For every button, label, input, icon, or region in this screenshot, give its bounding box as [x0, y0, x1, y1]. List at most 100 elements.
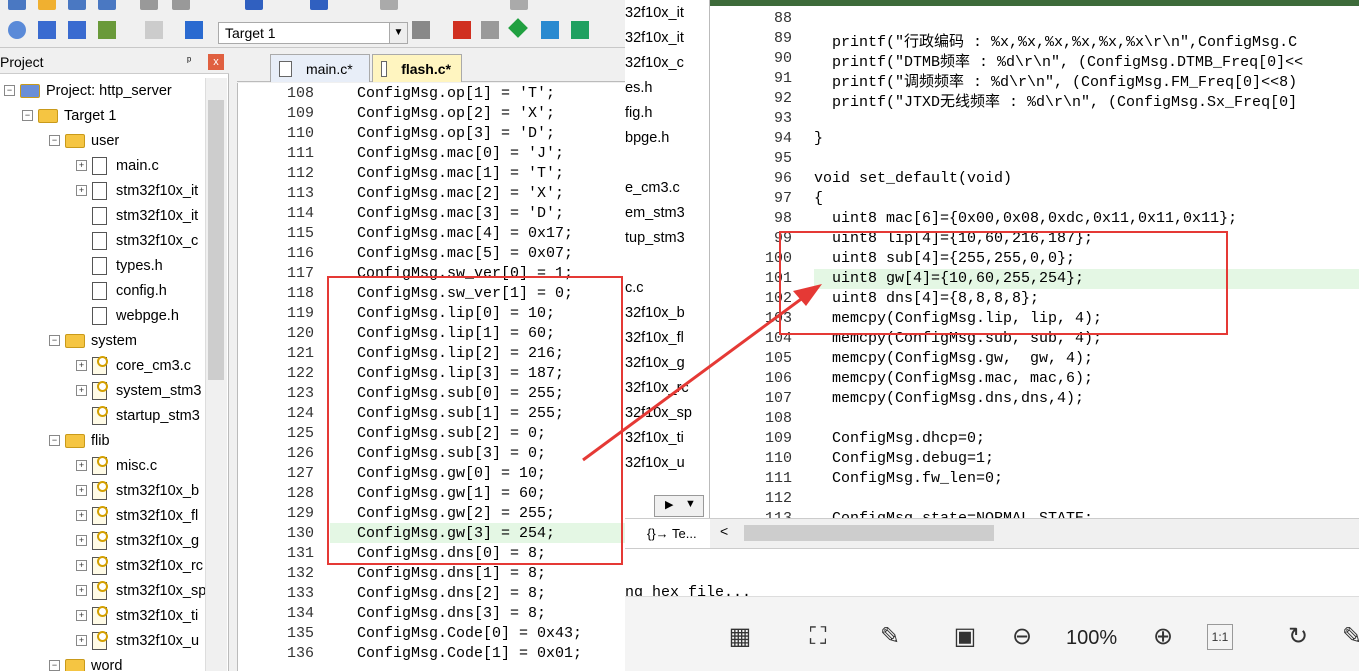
batch-build-icon[interactable]: [98, 21, 116, 39]
chevron-down-icon[interactable]: ▼: [389, 23, 407, 43]
tree-item[interactable]: − flib: [49, 428, 110, 453]
manage-components-icon[interactable]: [453, 21, 471, 39]
collapse-icon[interactable]: −: [49, 660, 60, 671]
expand-icon[interactable]: +: [76, 560, 87, 571]
tree-item[interactable]: stm32f10x_it: [76, 203, 198, 228]
scroll-left-icon[interactable]: <: [720, 523, 728, 539]
save-all-icon[interactable]: [98, 0, 116, 10]
tree-item[interactable]: + stm32f10x_it: [76, 178, 198, 203]
tree-item[interactable]: − word: [49, 653, 122, 671]
indent-icon[interactable]: [510, 0, 528, 10]
tree-item[interactable]: + stm32f10x_b: [76, 478, 199, 503]
tab-main-c[interactable]: main.c*: [270, 54, 370, 82]
tab-flash-c[interactable]: flash.c*: [372, 54, 462, 82]
collapse-icon[interactable]: −: [49, 135, 60, 146]
file-list-item[interactable]: 32f10x_sp: [625, 405, 692, 421]
runtime-env-icon[interactable]: [541, 21, 559, 39]
translate-icon[interactable]: [8, 21, 26, 39]
tree-item[interactable]: − Project: http_server: [4, 78, 172, 103]
expand-icon[interactable]: +: [76, 460, 87, 471]
tree-item[interactable]: + misc.c: [76, 453, 157, 478]
tree-item[interactable]: − user: [49, 128, 119, 153]
layout-icon[interactable]: ▦: [725, 622, 755, 652]
file-list-item[interactable]: 32f10x_ti: [625, 430, 684, 446]
expand-icon[interactable]: +: [76, 610, 87, 621]
build-icon[interactable]: [38, 21, 56, 39]
horizontal-scrollbar[interactable]: <: [710, 518, 1359, 548]
target-options-icon[interactable]: [412, 21, 430, 39]
select-packs-icon[interactable]: [481, 21, 499, 39]
zoom-out-icon[interactable]: ⊖: [1007, 622, 1037, 652]
open-folder-icon[interactable]: [38, 0, 56, 10]
bookmark-icon[interactable]: [380, 0, 398, 10]
file-list-item[interactable]: c.c: [625, 280, 644, 296]
save-icon[interactable]: [68, 0, 86, 10]
expand-icon[interactable]: +: [76, 160, 87, 171]
tree-item[interactable]: webpge.h: [76, 303, 179, 328]
file-list-item[interactable]: 32f10x_it: [625, 30, 684, 46]
file-list-item[interactable]: es.h: [625, 80, 652, 96]
tree-item[interactable]: + main.c: [76, 153, 159, 178]
target-select[interactable]: Target 1 ▼: [218, 22, 408, 44]
expand-icon[interactable]: +: [76, 385, 87, 396]
tree-item[interactable]: + stm32f10x_fl: [76, 503, 198, 528]
expand-icon[interactable]: +: [76, 635, 87, 646]
collapse-icon[interactable]: −: [22, 110, 33, 121]
tree-item[interactable]: + stm32f10x_ti: [76, 603, 198, 628]
tree-item[interactable]: − Target 1: [22, 103, 116, 128]
cut-icon[interactable]: [140, 0, 158, 10]
file-list-item[interactable]: tup_stm3: [625, 230, 685, 246]
load-icon[interactable]: [185, 21, 203, 39]
scroll-down-icon[interactable]: ▼: [685, 498, 696, 510]
stop-build-icon[interactable]: [145, 21, 163, 39]
undo-icon[interactable]: [245, 0, 263, 10]
file-list-scroll-buttons[interactable]: ▶ ▼: [654, 495, 704, 517]
expand-icon[interactable]: +: [76, 485, 87, 496]
expand-icon[interactable]: +: [76, 510, 87, 521]
tree-item[interactable]: config.h: [76, 278, 167, 303]
file-list-item[interactable]: 32f10x_u: [625, 455, 685, 471]
software-packs-icon[interactable]: [571, 21, 589, 39]
rebuild-icon[interactable]: [68, 21, 86, 39]
file-list-item[interactable]: 32f10x_fl: [625, 330, 684, 346]
collapse-icon[interactable]: −: [49, 435, 60, 446]
redo-icon[interactable]: [310, 0, 328, 10]
zoom-in-icon[interactable]: ⊕: [1148, 622, 1178, 652]
file-list-item[interactable]: em_stm3: [625, 205, 685, 221]
tree-item[interactable]: + core_cm3.c: [76, 353, 191, 378]
expand-icon[interactable]: +: [76, 585, 87, 596]
edit-icon[interactable]: ✎: [1337, 622, 1359, 652]
expand-icon[interactable]: +: [76, 535, 87, 546]
pin-icon[interactable]: ᵖ: [187, 55, 191, 67]
tree-item[interactable]: + stm32f10x_u: [76, 628, 199, 653]
new-file-icon[interactable]: [8, 0, 26, 10]
tree-item[interactable]: + stm32f10x_g: [76, 528, 199, 553]
file-list-item[interactable]: 32f10x_g: [625, 355, 685, 371]
tree-item[interactable]: + stm32f10x_rc: [76, 553, 203, 578]
actual-size-icon[interactable]: 1:1: [1207, 624, 1233, 650]
tree-item[interactable]: stm32f10x_c: [76, 228, 198, 253]
tree-item[interactable]: types.h: [76, 253, 163, 278]
templates-tab[interactable]: {}→ Te...: [625, 518, 710, 548]
tree-item[interactable]: − system: [49, 328, 137, 353]
file-list-item[interactable]: e_cm3.c: [625, 180, 680, 196]
copy-icon[interactable]: [172, 0, 190, 10]
pack-installer-icon[interactable]: [508, 18, 528, 38]
project-scrollbar-thumb[interactable]: [208, 100, 224, 380]
fit-window-icon[interactable]: ▣: [950, 622, 980, 652]
close-icon[interactable]: x: [208, 54, 224, 70]
collapse-icon[interactable]: −: [4, 85, 15, 96]
file-list-item[interactable]: 32f10x_rc: [625, 380, 689, 396]
file-list-item[interactable]: 32f10x_c: [625, 55, 684, 71]
tree-item[interactable]: startup_stm3: [76, 403, 200, 428]
collapse-icon[interactable]: −: [49, 335, 60, 346]
tree-item[interactable]: + stm32f10x_sp: [76, 578, 206, 603]
expand-icon[interactable]: +: [76, 185, 87, 196]
file-list-item[interactable]: bpge.h: [625, 130, 669, 146]
file-list-item[interactable]: 32f10x_b: [625, 305, 685, 321]
file-list-item[interactable]: fig.h: [625, 105, 652, 121]
rotate-icon[interactable]: ↻: [1283, 622, 1313, 652]
expand-icon[interactable]: +: [76, 360, 87, 371]
tree-item[interactable]: + system_stm3: [76, 378, 201, 403]
horizontal-scrollbar-thumb[interactable]: [744, 525, 994, 541]
